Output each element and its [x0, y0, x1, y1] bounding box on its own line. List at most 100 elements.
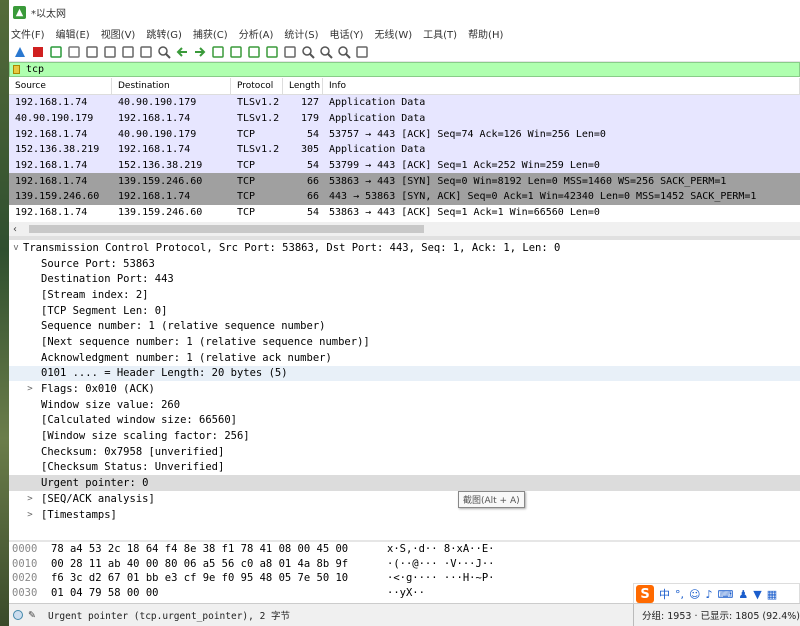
tcp-field-row[interactable]: [Stream index: 2] [9, 287, 800, 303]
packet-row[interactable]: 192.168.1.74 139.159.246.60 TCP 54 53863 → 4… [9, 204, 800, 221]
tcp-field-row[interactable]: Sequence number: 1 (relative sequence nu… [9, 318, 800, 334]
expand-right-icon[interactable]: > [23, 494, 37, 504]
ime-language[interactable]: 中 [659, 586, 670, 602]
forward-icon[interactable] [192, 44, 207, 59]
menu-item-2[interactable]: 视图(V) [101, 26, 136, 41]
tcp-field-row[interactable]: [TCP Segment Len: 0] [9, 303, 800, 319]
tcp-field-text: [Checksum Status: Unverified] [41, 461, 225, 474]
autoscroll-icon[interactable] [264, 44, 279, 59]
tcp-field-row[interactable]: > Flags: 0x010 (ACK) [9, 381, 800, 397]
menu-item-4[interactable]: 捕获(C) [193, 26, 228, 41]
zoom-out-icon[interactable] [318, 44, 333, 59]
packet-row[interactable]: 192.168.1.74 40.90.190.179 TLSv1.2 127 Appli… [9, 95, 800, 111]
sogou-logo-icon[interactable]: S [636, 585, 654, 603]
packet-proto-cell: TLSv1.2 [237, 113, 280, 125]
hex-row[interactable]: 0010 00 28 11 ab 40 00 80 06 a5 56 c0 a8 … [9, 557, 800, 572]
tcp-field-row[interactable]: > [SEQ/ACK analysis] [9, 491, 800, 507]
column-header-protocol[interactable]: Protocol [231, 78, 283, 94]
colorize-icon[interactable] [282, 44, 297, 59]
packet-len-cell: 305 [300, 144, 319, 156]
packet-proto-cell: TCP [237, 207, 256, 219]
grid-icon[interactable]: ▦ [767, 588, 777, 601]
microphone-icon[interactable]: ♪ [705, 588, 712, 601]
menu-item-6[interactable]: 统计(S) [284, 26, 318, 41]
save-icon[interactable] [102, 44, 117, 59]
menu-item-0[interactable]: 文件(F) [11, 26, 45, 41]
tcp-field-text: [Timestamps] [41, 508, 117, 521]
menu-item-1[interactable]: 编辑(E) [56, 26, 90, 41]
restart-icon[interactable] [48, 44, 63, 59]
first-icon[interactable] [228, 44, 243, 59]
tcp-field-row[interactable]: Checksum: 0x7958 [unverified] [9, 444, 800, 460]
shark-fin-icon[interactable] [12, 44, 27, 59]
tcp-field-text: [SEQ/ACK analysis] [41, 492, 155, 505]
tcp-field-row[interactable]: [Checksum Status: Unverified] [9, 460, 800, 476]
keyboard-icon[interactable]: ⌨ [718, 588, 734, 601]
column-header-length[interactable]: Length [283, 78, 323, 94]
display-filter-input[interactable] [26, 64, 726, 75]
tcp-field-row[interactable]: Window size value: 260 [9, 397, 800, 413]
tcp-field-text: Source Port: 53863 [41, 257, 155, 270]
menu-item-10[interactable]: 帮助(H) [468, 26, 503, 41]
resize-columns-icon[interactable] [354, 44, 369, 59]
tcp-tree-header[interactable]: v Transmission Control Protocol, Src Por… [9, 240, 800, 256]
expand-down-icon[interactable]: v [9, 243, 23, 253]
column-header-destination[interactable]: Destination [112, 78, 231, 94]
back-icon[interactable] [174, 44, 189, 59]
menu-item-3[interactable]: 跳转(G) [146, 26, 182, 41]
packet-row[interactable]: 152.136.38.219 192.168.1.74 TLSv1.2 305 Appl… [9, 142, 800, 158]
skin-icon[interactable]: ♟ [738, 588, 748, 601]
tcp-field-text: [Calculated window size: 66560] [41, 414, 237, 427]
shirt-icon[interactable]: ▼ [753, 588, 761, 601]
tcp-field-row[interactable]: > [Timestamps] [9, 507, 800, 523]
tcp-field-text: Window size value: 260 [41, 398, 181, 411]
menu-item-7[interactable]: 电话(Y) [330, 26, 364, 41]
expand-right-icon[interactable]: > [23, 510, 37, 520]
packet-row[interactable]: 40.90.190.179 192.168.1.74 TLSv1.2 179 Appli… [9, 110, 800, 127]
goto-icon[interactable] [210, 44, 225, 59]
zoom-in-icon[interactable] [300, 44, 315, 59]
packet-row[interactable]: 192.168.1.74 40.90.190.179 TCP 54 53757 → 44… [9, 126, 800, 143]
close-file-icon[interactable] [120, 44, 135, 59]
packet-len-cell: 66 [306, 191, 319, 203]
tcp-field-row[interactable]: [Next sequence number: 1 (relative seque… [9, 334, 800, 350]
ime-toolbar[interactable]: S 中 °, ☺ ♪ ⌨ ♟ ▼ ▦ [633, 583, 800, 605]
tcp-field-row[interactable]: Source Port: 53863 [9, 256, 800, 272]
tcp-field-row[interactable]: 0101 .... = Header Length: 20 bytes (5) [9, 365, 800, 382]
tcp-field-text: Checksum: 0x7958 [unverified] [41, 445, 225, 458]
tcp-field-row[interactable]: Urgent pointer: 0 [9, 475, 800, 491]
packet-len-cell: 54 [306, 207, 319, 219]
column-header-source[interactable]: Source [9, 78, 112, 94]
edit-comment-icon[interactable]: ✎ [28, 610, 36, 621]
expert-info-icon[interactable] [13, 610, 23, 620]
packet-row[interactable]: 139.159.246.60 192.168.1.74 TCP 66 443 → 538… [9, 189, 800, 205]
packet-dst-cell: 40.90.190.179 [118, 128, 197, 140]
punctuation-icon[interactable]: °, [675, 588, 684, 601]
packet-row[interactable]: 192.168.1.74 139.159.246.60 TCP 66 53863 → 4… [9, 173, 800, 190]
last-icon[interactable] [246, 44, 261, 59]
tcp-field-list: Source Port: 53863 Destination Port: 443 [… [9, 256, 800, 523]
scrollbar-thumb[interactable] [29, 225, 424, 233]
column-header-info[interactable]: Info [323, 78, 800, 94]
reload-icon[interactable] [138, 44, 153, 59]
find-icon[interactable] [156, 44, 171, 59]
tcp-field-row[interactable]: [Window size scaling factor: 256] [9, 428, 800, 444]
packet-src-cell: 192.168.1.74 [15, 128, 88, 140]
stop-icon[interactable] [30, 44, 45, 59]
zoom-reset-icon[interactable] [336, 44, 351, 59]
tcp-field-row[interactable]: Acknowledgment number: 1 (relative ack n… [9, 350, 800, 366]
menu-item-9[interactable]: 工具(T) [423, 26, 457, 41]
tcp-field-row[interactable]: [Calculated window size: 66560] [9, 413, 800, 429]
scroll-left-icon[interactable]: ‹ [9, 224, 21, 235]
hex-row[interactable]: 0000 78 a4 53 2c 18 64 f4 8e 38 f1 78 41 … [9, 542, 800, 557]
menu-item-5[interactable]: 分析(A) [239, 26, 274, 41]
tcp-field-row[interactable]: Destination Port: 443 [9, 271, 800, 287]
bookmark-icon[interactable] [13, 65, 20, 74]
options-icon[interactable] [66, 44, 81, 59]
emoji-icon[interactable]: ☺ [689, 588, 700, 601]
open-icon[interactable] [84, 44, 99, 59]
menu-item-8[interactable]: 无线(W) [374, 26, 412, 41]
packet-row[interactable]: 192.168.1.74 152.136.38.219 TCP 54 53799 → 4… [9, 157, 800, 174]
expand-right-icon[interactable]: > [23, 384, 37, 394]
horizontal-scrollbar[interactable]: ‹ [9, 222, 800, 236]
